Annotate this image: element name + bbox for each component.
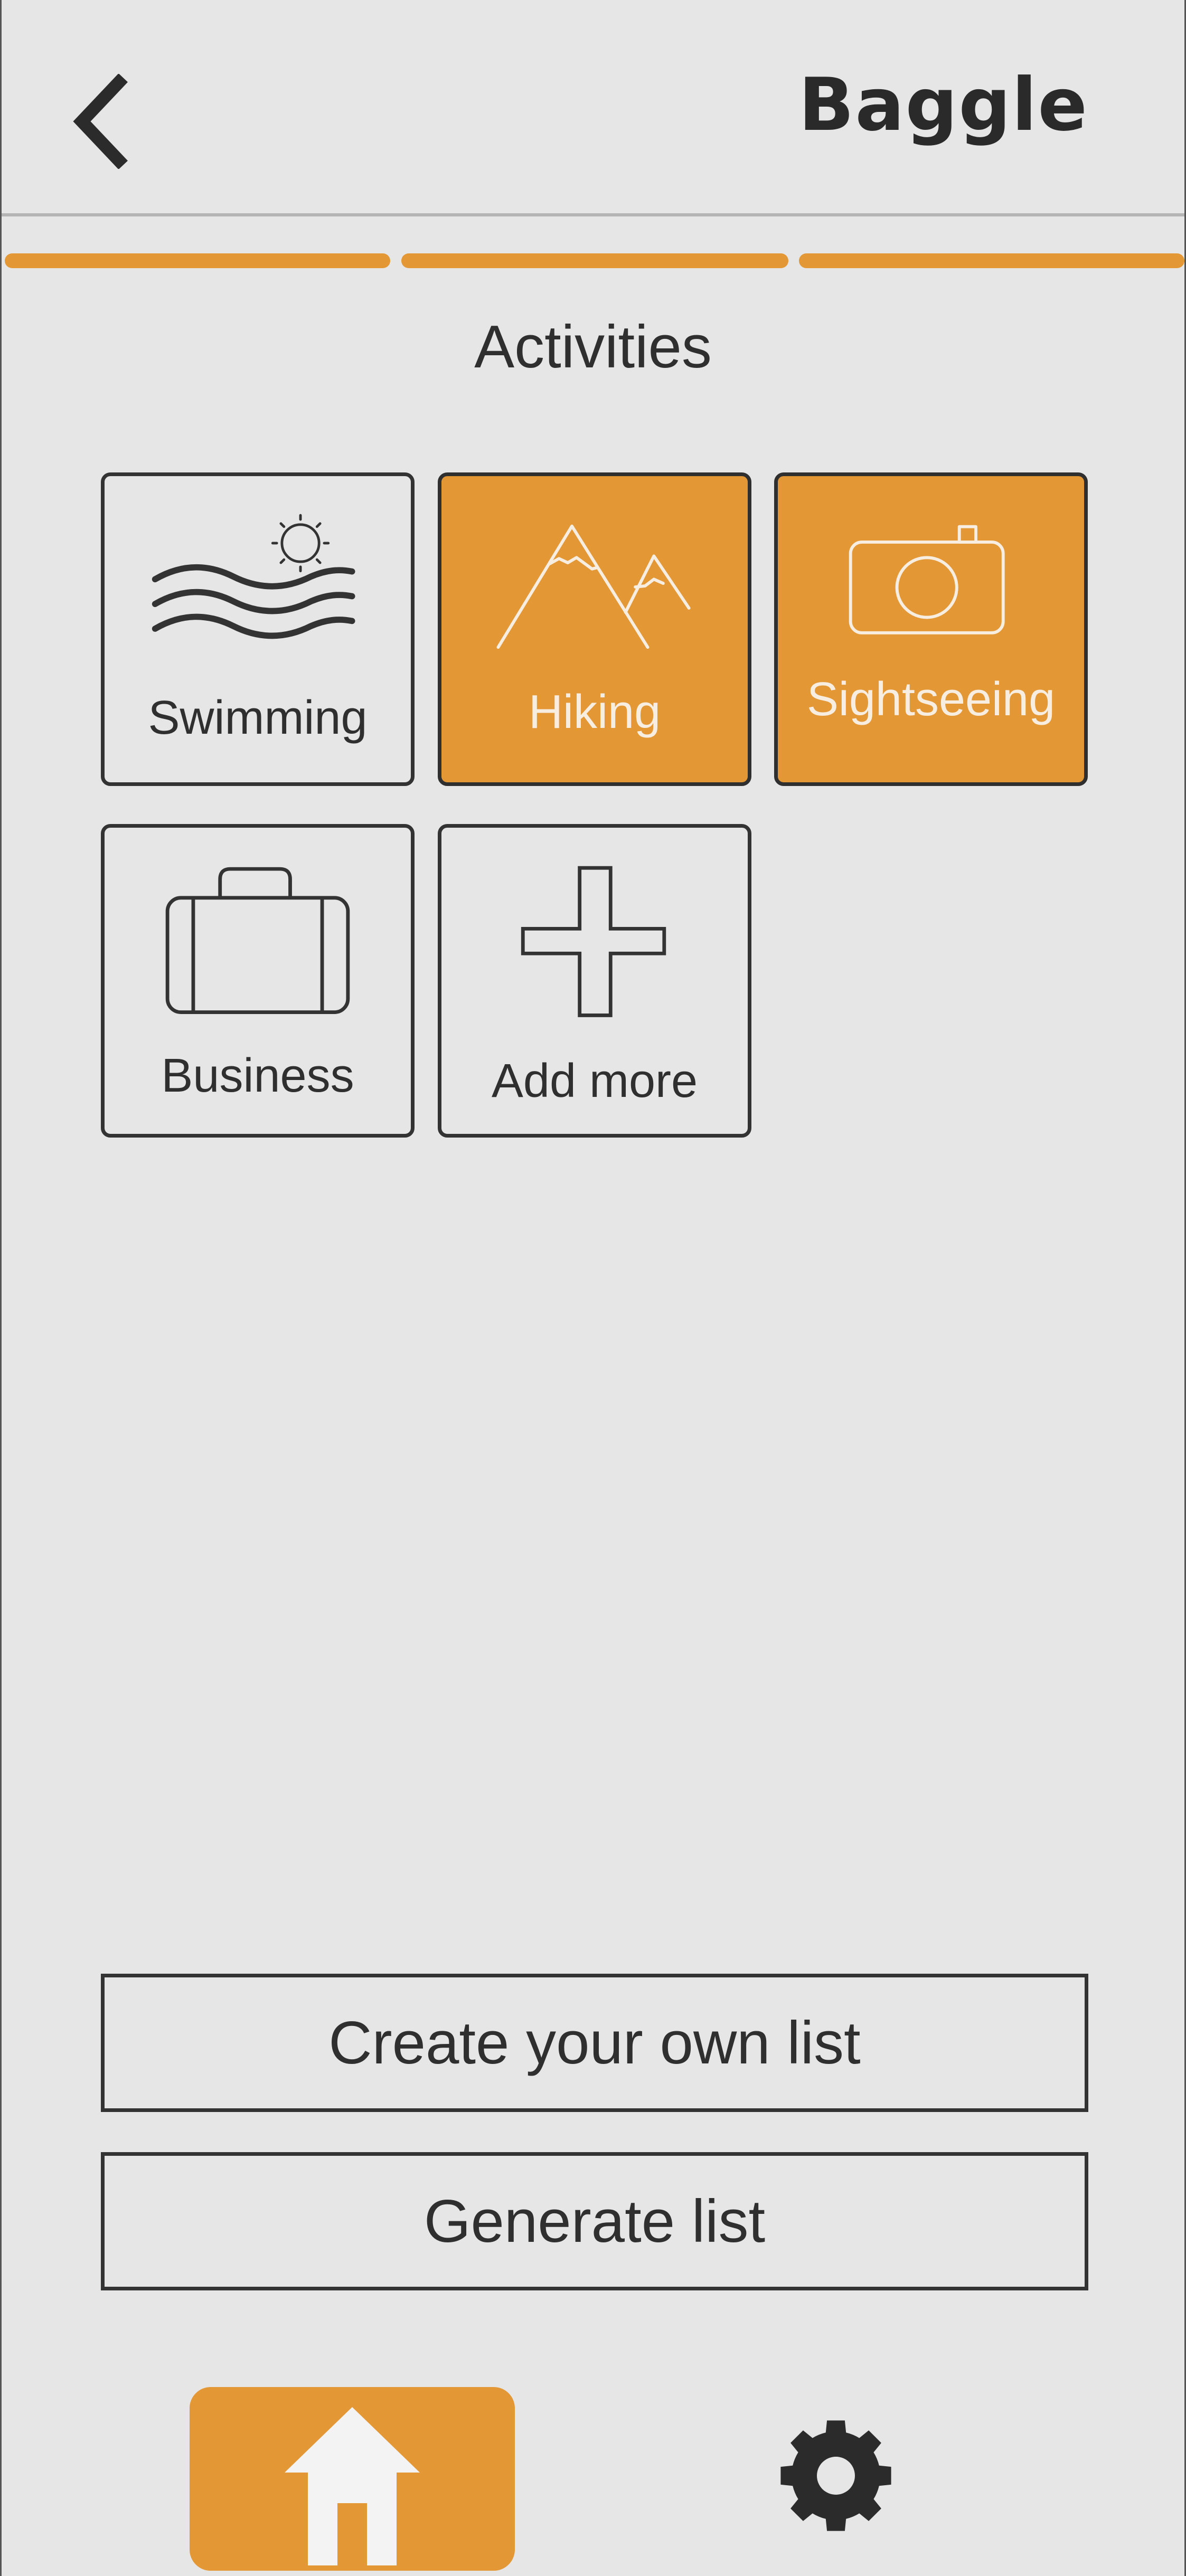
gear-hole <box>817 2457 855 2495</box>
app-screen: Baggle Activities Swimming Hiking Sights… <box>0 0 1186 2576</box>
camera-icon <box>849 525 1005 634</box>
activity-tile-swimming[interactable]: Swimming <box>101 472 415 786</box>
home-nav-button[interactable] <box>190 2387 515 2571</box>
gear-icon <box>780 2420 891 2531</box>
progress-step-3 <box>799 253 1184 268</box>
app-brand-title: Baggle <box>798 62 1088 147</box>
activities-title: Activities <box>474 314 712 381</box>
create-own-list-button[interactable]: Create your own list <box>101 1974 1088 2112</box>
step-progress-bar <box>2 253 1184 269</box>
tile-label-swimming: Swimming <box>148 692 368 744</box>
tile-label-sightseeing: Sightseeing <box>806 673 1056 726</box>
activity-tile-add-more[interactable]: Add more <box>438 824 751 1138</box>
app-header: Baggle <box>2 0 1184 216</box>
progress-step-2 <box>401 253 788 268</box>
settings-nav-button[interactable] <box>778 2418 894 2534</box>
tile-label-add-more: Add more <box>491 1055 698 1107</box>
back-button[interactable] <box>70 74 128 169</box>
generate-list-button[interactable]: Generate list <box>101 2152 1088 2290</box>
tile-label-business: Business <box>161 1049 354 1102</box>
home-icon <box>285 2407 420 2565</box>
activity-tile-business[interactable]: Business <box>101 824 415 1138</box>
progress-step-1 <box>5 253 390 268</box>
activity-tile-hiking[interactable]: Hiking <box>438 472 751 786</box>
tile-label-hiking: Hiking <box>528 686 661 738</box>
chevron-left-icon <box>73 74 128 169</box>
activity-tile-sightseeing[interactable]: Sightseeing <box>774 472 1088 786</box>
